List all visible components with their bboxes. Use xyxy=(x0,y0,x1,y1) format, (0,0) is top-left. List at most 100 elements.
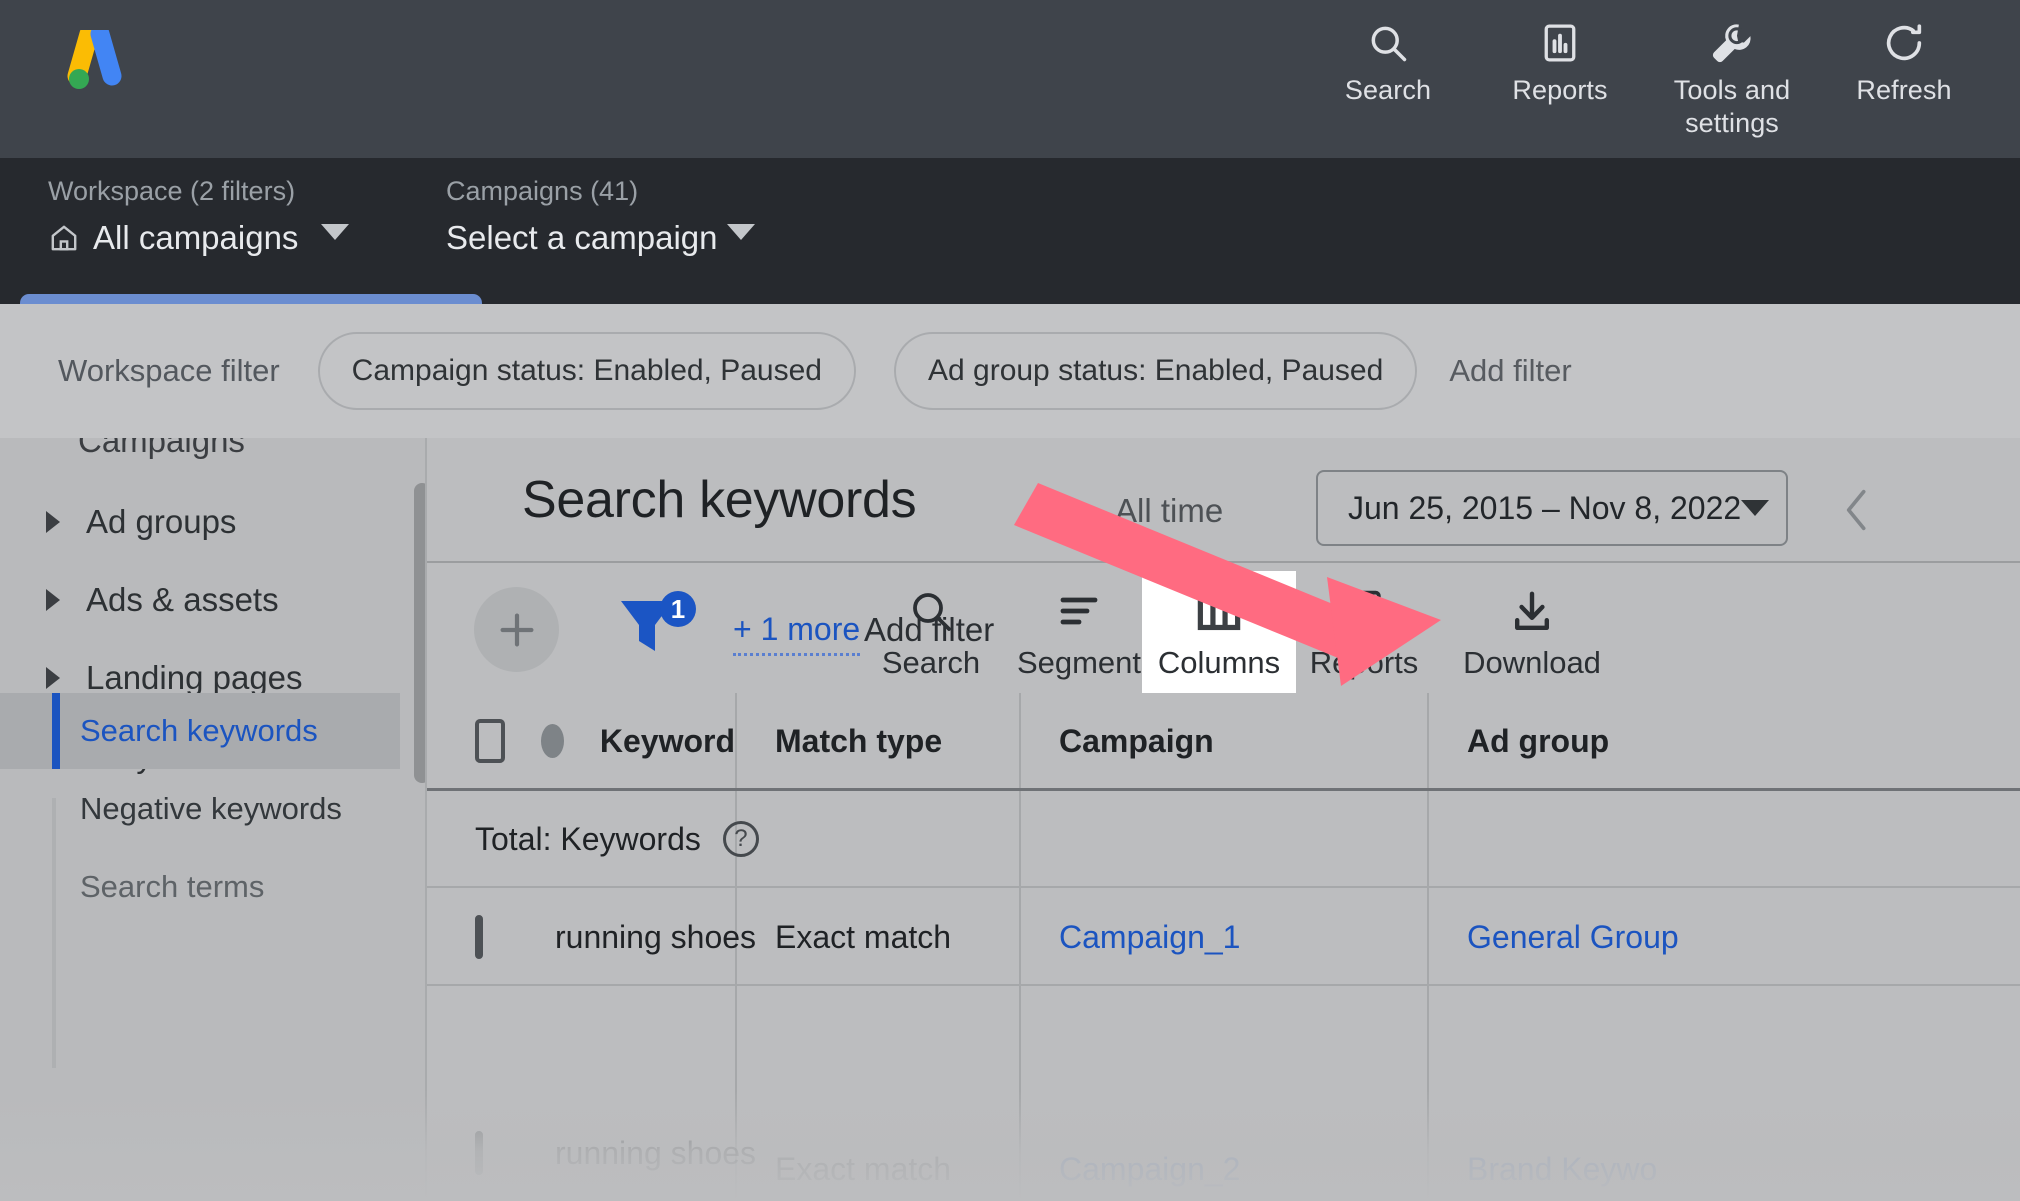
home-icon xyxy=(48,222,80,254)
filter-chip-ad-group-status[interactable]: Ad group status: Enabled, Paused xyxy=(893,332,1418,410)
top-nav-tools-label: Tools and settings xyxy=(1673,75,1791,138)
reports-bar-chart-icon xyxy=(1340,583,1388,639)
help-icon[interactable]: ? xyxy=(722,821,759,857)
collapse-panel-button[interactable] xyxy=(1837,482,1877,543)
table-header-ad-group[interactable]: Ad group xyxy=(1427,693,1609,789)
row-select-checkbox[interactable] xyxy=(475,915,483,959)
toolbar-search-label: Search xyxy=(881,645,981,680)
select-all-checkbox[interactable] xyxy=(475,719,505,763)
table-total-row: Total: Keywords ? xyxy=(427,791,2020,887)
breadcrumb-workspace-sublabel: Workspace (2 filters) xyxy=(48,176,296,206)
top-nav-search-label: Search xyxy=(1344,75,1432,105)
workspace-add-filter-button[interactable]: Add filter xyxy=(1449,353,1571,389)
sidebar-scrollbar[interactable] xyxy=(414,483,425,783)
breadcrumb-campaign-label: Select a campaign xyxy=(446,219,718,256)
filter-button[interactable]: 1 xyxy=(613,591,705,674)
page-title: Search keywords xyxy=(522,471,917,529)
sidebar-item-campaigns-clipped[interactable]: Campaigns xyxy=(78,438,245,460)
breadcrumb-workspace-label: All campaigns xyxy=(93,219,299,256)
row-ad-group-link[interactable]: General Group xyxy=(1427,889,1679,985)
row-match-type: Exact match xyxy=(775,918,952,955)
workspace-filter-label: Workspace filter xyxy=(58,353,280,388)
toolbar-columns-label: Columns xyxy=(1157,645,1281,680)
row-campaign-link[interactable]: Campaign_2 xyxy=(1019,1121,1240,1201)
keywords-table: Keyword Match type Campaign Ad group Tot… xyxy=(427,693,2020,1201)
breadcrumb-campaign-sublabel: Campaigns (41) xyxy=(446,176,639,206)
top-nav-refresh[interactable]: Refresh xyxy=(1818,0,1990,107)
row-select-checkbox[interactable] xyxy=(475,1131,483,1175)
app-bar: Search Reports Tools and settings Refres… xyxy=(0,0,2020,158)
sidebar-navigation: Campaigns Ad groups Ads & assets Landing… xyxy=(0,438,425,1201)
breadcrumb-workspace-caret-icon[interactable] xyxy=(321,224,349,240)
filter-badge-count: 1 xyxy=(671,594,685,624)
sidebar-item-ad-groups[interactable]: Ad groups xyxy=(0,486,400,558)
breadcrumb-campaign-main: Select a campaign xyxy=(446,217,718,259)
toolbar-segment-label: Segment xyxy=(1016,645,1142,680)
toolbar-download-button[interactable]: Download xyxy=(1437,583,1627,689)
toolbar-search-button[interactable]: Search xyxy=(857,583,1005,689)
row-keyword: running shoes xyxy=(555,918,757,955)
breadcrumb-workspace[interactable]: Workspace (2 filters) All campaigns xyxy=(48,174,298,259)
sidebar-item-landing-pages-label: Landing pages xyxy=(86,659,303,696)
total-row-label: Total: Keywords xyxy=(475,820,701,857)
sidebar-item-search-terms[interactable]: Search terms xyxy=(0,849,400,925)
main-panel: Search keywords All time Jun 25, 2015 – … xyxy=(427,438,2020,1201)
chevron-right-icon xyxy=(46,511,60,533)
add-keyword-button[interactable] xyxy=(474,587,559,672)
date-range-selector[interactable]: Jun 25, 2015 – Nov 8, 2022 xyxy=(1316,470,1788,546)
row-keyword-cell: running shoes xyxy=(427,1105,756,1201)
status-column-icon xyxy=(540,724,564,758)
breadcrumb-bar: Workspace (2 filters) All campaigns Camp… xyxy=(0,158,2020,442)
segment-icon xyxy=(1055,583,1103,639)
table-header-campaign[interactable]: Campaign xyxy=(1019,693,1214,789)
toolbar-segment-button[interactable]: Segment xyxy=(1005,583,1153,689)
breadcrumb-campaign-caret-icon[interactable] xyxy=(727,224,755,240)
sidebar-item-search-terms-label: Search terms xyxy=(80,869,265,904)
table-header-row: Keyword Match type Campaign Ad group xyxy=(427,693,2020,789)
sidebar-item-ad-groups-label: Ad groups xyxy=(86,503,237,540)
top-nav-search[interactable]: Search xyxy=(1302,0,1474,107)
wrench-icon xyxy=(1709,16,1755,70)
total-row-label-cell: Total: Keywords ? xyxy=(427,791,759,887)
row-keyword: running shoes xyxy=(555,1134,757,1171)
row-divider xyxy=(427,886,2020,888)
table-header-keyword-cell: Keyword xyxy=(427,693,735,789)
sidebar-active-indicator xyxy=(52,693,60,769)
row-match-type: Exact match xyxy=(775,1150,952,1187)
more-filters-link[interactable]: + 1 more xyxy=(733,611,861,656)
search-icon xyxy=(907,583,955,639)
top-nav-tools-and-settings[interactable]: Tools and settings xyxy=(1646,0,1818,140)
row-divider xyxy=(427,984,2020,986)
search-icon xyxy=(1366,16,1410,70)
sidebar-item-ads-and-assets-label: Ads & assets xyxy=(86,581,279,618)
date-range-value: Jun 25, 2015 – Nov 8, 2022 xyxy=(1348,489,1742,526)
toolbar-columns-button[interactable]: Columns xyxy=(1145,583,1293,689)
top-nav-reports-label: Reports xyxy=(1512,75,1608,105)
workspace-filter-bar: Workspace filter Campaign status: Enable… xyxy=(0,304,2020,438)
table-row[interactable]: running shoes Exact match Campaign_2 Bra… xyxy=(427,987,2020,1201)
top-nav-reports[interactable]: Reports xyxy=(1474,0,1646,107)
toolbar-reports-label: Reports xyxy=(1309,645,1419,680)
toolbar-reports-button[interactable]: Reports xyxy=(1290,583,1438,689)
sidebar-item-search-keywords[interactable]: Search keywords xyxy=(0,693,400,769)
reports-bar-chart-icon xyxy=(1538,16,1582,70)
breadcrumb-workspace-main: All campaigns xyxy=(48,217,298,259)
sidebar-item-ads-and-assets[interactable]: Ads & assets xyxy=(0,564,400,636)
chevron-right-icon xyxy=(46,589,60,611)
table-row[interactable]: running shoes Exact match Campaign_1 Gen… xyxy=(427,889,2020,985)
refresh-icon xyxy=(1881,16,1927,70)
chevron-right-icon xyxy=(46,667,60,689)
chevron-down-icon xyxy=(1741,500,1770,516)
sidebar-item-negative-keywords[interactable]: Negative keywords xyxy=(0,771,400,847)
breadcrumb-campaign[interactable]: Campaigns (41) Select a campaign xyxy=(446,174,718,259)
table-header-match-type[interactable]: Match type xyxy=(735,693,942,789)
top-nav-refresh-label: Refresh xyxy=(1856,75,1952,105)
row-keyword-cell: running shoes xyxy=(427,889,756,985)
google-ads-screen: Search Reports Tools and settings Refres… xyxy=(0,0,2020,1201)
sidebar-item-negative-keywords-label: Negative keywords xyxy=(80,791,342,826)
row-ad-group-link[interactable]: Brand Keywo xyxy=(1427,1121,1657,1201)
filter-chip-campaign-status[interactable]: Campaign status: Enabled, Paused xyxy=(317,332,856,410)
top-navigation: Search Reports Tools and settings Refres… xyxy=(1302,0,1990,158)
google-ads-logo[interactable] xyxy=(64,24,128,92)
row-campaign-link[interactable]: Campaign_1 xyxy=(1019,889,1240,985)
